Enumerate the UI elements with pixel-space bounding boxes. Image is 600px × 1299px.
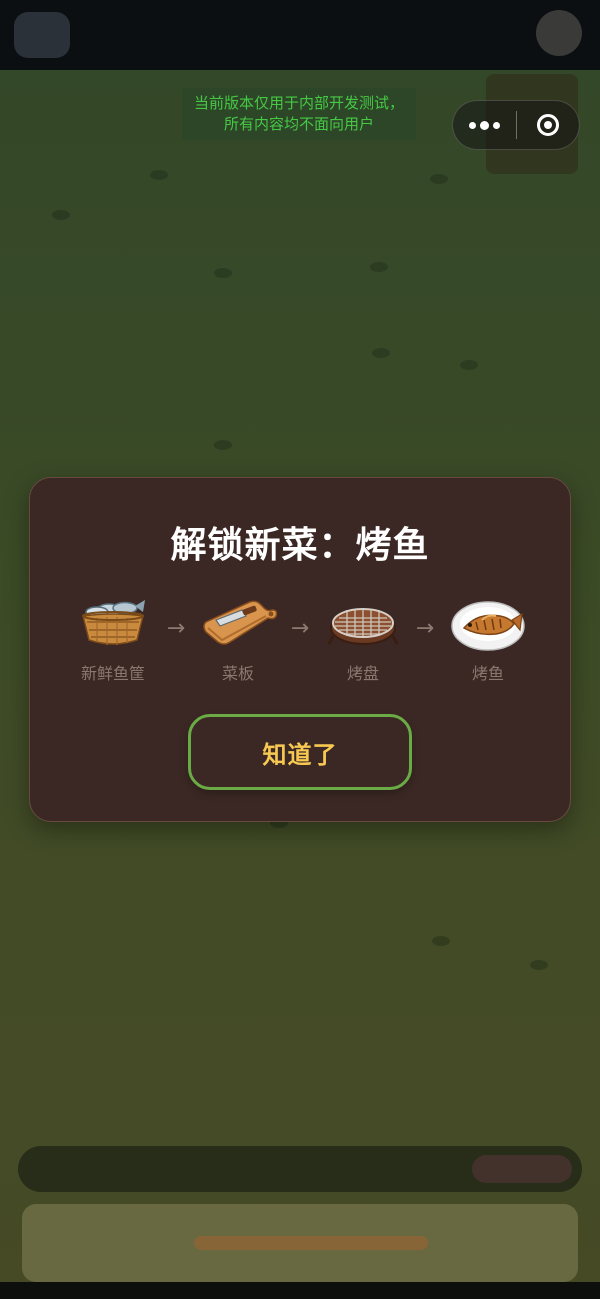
bottom-bar-pill	[472, 1155, 572, 1183]
step-label: 新鲜鱼筐	[80, 664, 145, 683]
player-avatar	[14, 12, 70, 58]
exit-button[interactable]	[517, 101, 579, 149]
grilled-fish-icon	[448, 590, 528, 656]
home-indicator	[0, 1282, 600, 1299]
dev-notice-line1: 当前版本仅用于内部开发测试，	[193, 94, 404, 112]
grill-pan-icon	[323, 590, 403, 656]
got-it-button[interactable]: 知道了	[188, 714, 412, 790]
more-menu-button[interactable]	[453, 101, 516, 149]
recipe-steps: 新鲜鱼筐 → 菜板 → 烤盘 → 烤鱼	[30, 590, 570, 690]
mini-program-capsule	[452, 100, 580, 150]
unlock-dish-modal: 解锁新菜：烤鱼 新鲜鱼筐 → 菜板 → 烤盘 → 烤鱼 知道了	[29, 477, 571, 822]
settings-icon	[536, 10, 582, 56]
top-status-bar	[0, 0, 600, 70]
bottom-panel-strip	[194, 1236, 428, 1250]
more-dots-icon	[469, 121, 476, 129]
modal-title: 解锁新菜：烤鱼	[170, 525, 430, 566]
step-label: 烤盘	[346, 664, 379, 683]
step-label: 菜板	[221, 664, 254, 683]
fish-basket-icon	[73, 590, 153, 656]
dev-notice-line2: 所有内容均不面向用户	[223, 115, 374, 133]
target-circle-icon	[537, 114, 559, 136]
step-cutting-board: 菜板	[183, 590, 293, 684]
step-grilled-fish: 烤鱼	[433, 590, 543, 684]
step-label: 烤鱼	[471, 664, 504, 683]
bottom-panel	[22, 1204, 578, 1282]
bottom-progress-bar	[18, 1146, 582, 1192]
step-grill-pan: 烤盘	[308, 590, 418, 684]
dev-notice-banner: 当前版本仅用于内部开发测试， 所有内容均不面向用户	[182, 88, 416, 140]
step-fish-basket: 新鲜鱼筐	[58, 590, 168, 684]
cutting-board-icon	[198, 590, 278, 656]
